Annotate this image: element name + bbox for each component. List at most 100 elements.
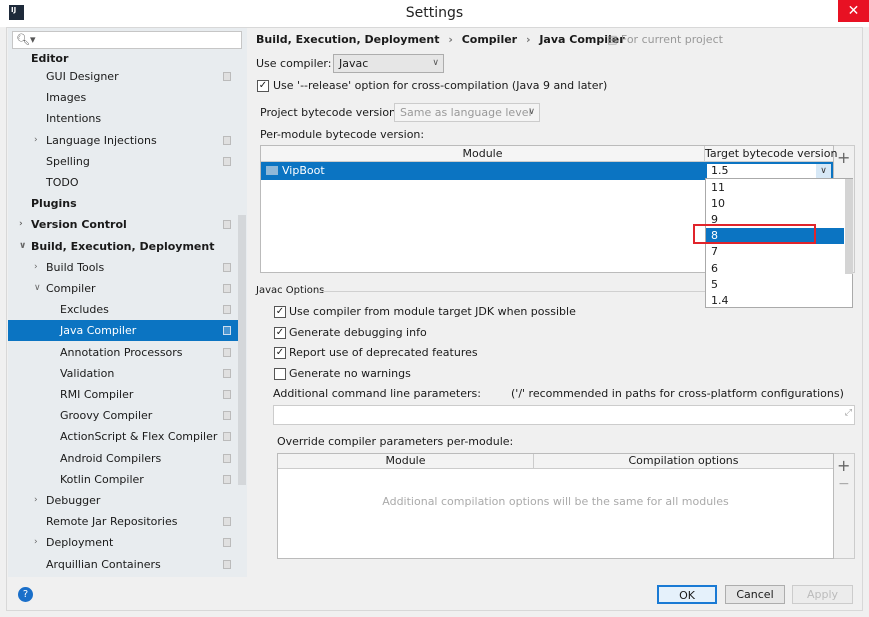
sidebar-item[interactable]: RMI Compiler <box>8 384 238 405</box>
option-checkbox-label: Report use of deprecated features <box>289 346 478 359</box>
compiler-value: Javac <box>339 57 369 70</box>
dropdown-scrollbar[interactable] <box>845 179 853 274</box>
additional-params-input[interactable]: ⤢ <box>273 405 855 425</box>
sidebar-item[interactable]: Java Compiler <box>8 320 238 342</box>
column-header-options[interactable]: Compilation options <box>534 454 833 469</box>
option-checkbox[interactable] <box>274 367 286 380</box>
project-scope-icon <box>223 432 231 442</box>
dropdown-option[interactable]: 1.4 <box>706 293 844 309</box>
sidebar-header-editor[interactable]: Editor <box>31 51 261 67</box>
sidebar-item[interactable]: Remote Jar Repositories <box>8 511 238 532</box>
apply-button[interactable]: Apply <box>792 585 853 604</box>
sidebar-item[interactable]: Images <box>8 87 238 108</box>
chevron-right-icon[interactable]: › <box>34 257 42 278</box>
sidebar-item-label: Annotation Processors <box>60 345 183 359</box>
sidebar-item[interactable]: › Deployment <box>8 532 238 553</box>
sidebar-item-label: Build, Execution, Deployment <box>31 239 215 253</box>
sidebar-item-label: Groovy Compiler <box>60 409 153 423</box>
sidebar-item[interactable]: ∨ Build, Execution, Deployment <box>8 236 238 257</box>
project-bytecode-select[interactable]: Same as language level ∨ <box>394 103 540 122</box>
sidebar-item-label: Kotlin Compiler <box>60 472 144 486</box>
per-module-label: Per-module bytecode version: <box>260 128 425 141</box>
chevron-right-icon[interactable]: › <box>19 214 27 235</box>
project-scope-icon <box>223 305 231 315</box>
chevron-down-icon[interactable]: ∨ <box>816 164 831 178</box>
chevron-right-icon[interactable]: › <box>34 490 42 511</box>
dropdown-option[interactable]: 6 <box>706 261 844 277</box>
release-option-checkbox[interactable]: ✓ <box>257 80 269 92</box>
sidebar-item-label: Android Compilers <box>60 451 162 465</box>
sidebar-item[interactable]: Spelling <box>8 151 238 172</box>
divider <box>322 291 705 292</box>
sidebar-item[interactable]: › Version Control <box>8 214 238 235</box>
sidebar-item[interactable]: Annotation Processors <box>8 342 238 363</box>
expand-icon[interactable]: ⤢ <box>845 408 852 418</box>
javac-options-title: Javac Options <box>256 285 325 296</box>
column-header-module[interactable]: Module <box>261 146 705 162</box>
sidebar-item-label: Spelling <box>46 154 90 168</box>
project-scope-icon <box>223 538 231 548</box>
dropdown-option[interactable]: 10 <box>706 196 844 212</box>
ok-button[interactable]: OK <box>657 585 717 604</box>
sidebar-item-label: ActionScript & Flex Compiler <box>60 430 218 444</box>
sidebar-item[interactable]: Groovy Compiler <box>8 405 238 426</box>
option-checkbox[interactable]: ✓ <box>274 326 286 339</box>
project-scope-icon <box>223 326 231 336</box>
close-button[interactable]: ✕ <box>838 0 869 22</box>
project-scope-icon <box>223 156 231 166</box>
option-checkbox[interactable]: ✓ <box>274 306 286 318</box>
sidebar-item-label: Arquillian Containers <box>46 557 161 571</box>
sidebar-item[interactable]: ∨ Compiler <box>8 278 238 299</box>
add-button[interactable]: + <box>837 148 850 167</box>
sidebar-item[interactable]: Kotlin Compiler <box>8 469 238 490</box>
sidebar-item[interactable]: Arquillian Containers <box>8 554 238 575</box>
sidebar-item[interactable]: › Build Tools <box>8 257 238 278</box>
module-folder-icon <box>266 166 278 175</box>
target-version-combo[interactable]: 1.5 ∨ <box>706 163 832 179</box>
sidebar-item-label: Plugins <box>31 197 77 211</box>
project-scope-icon <box>223 220 231 230</box>
project-scope-icon <box>223 474 231 484</box>
help-button[interactable]: ? <box>18 587 33 602</box>
add-button[interactable]: + <box>837 456 850 475</box>
sidebar-item[interactable]: Android Compilers <box>8 448 238 469</box>
scope-label: For current project <box>620 33 723 46</box>
column-header-target[interactable]: Target bytecode version <box>705 146 837 162</box>
search-input[interactable]: 🔍︎▾ <box>12 31 242 49</box>
chevron-right-icon[interactable]: › <box>34 532 42 553</box>
sidebar-item[interactable]: TODO <box>8 172 238 193</box>
override-table-toolbar: + − <box>834 453 855 559</box>
compiler-select[interactable]: Javac ∨ <box>333 54 444 73</box>
breadcrumb-separator: › <box>525 33 531 46</box>
sidebar-item[interactable]: GUI Designer <box>8 66 238 87</box>
sidebar-item[interactable]: Intentions <box>8 108 238 129</box>
dropdown-option[interactable]: 11 <box>706 180 844 196</box>
column-header-module[interactable]: Module <box>278 454 534 469</box>
chevron-down-icon[interactable]: ∨ <box>34 278 42 299</box>
option-checkbox[interactable]: ✓ <box>274 347 286 359</box>
sidebar-item[interactable]: Excludes <box>8 299 238 320</box>
sidebar-item-label: Build Tools <box>46 260 105 274</box>
sidebar-item[interactable]: ActionScript & Flex Compiler <box>8 426 238 447</box>
sidebar-item-label: RMI Compiler <box>60 388 134 401</box>
sidebar-item[interactable]: › Language Injections <box>8 130 238 151</box>
sidebar-item[interactable]: › Debugger <box>8 490 238 511</box>
chevron-down-icon[interactable]: ∨ <box>19 236 27 257</box>
empty-table-text: Additional compilation options will be t… <box>382 495 729 508</box>
sidebar-scrollbar[interactable] <box>238 215 246 485</box>
project-bytecode-label: Project bytecode version: <box>260 106 400 119</box>
sidebar-item[interactable]: Validation <box>8 363 238 384</box>
cancel-button[interactable]: Cancel <box>725 585 785 604</box>
chevron-right-icon[interactable]: › <box>34 130 42 151</box>
sidebar-item[interactable]: Plugins <box>8 193 238 214</box>
project-scope-icon <box>223 453 231 463</box>
remove-button[interactable]: − <box>838 476 850 492</box>
dropdown-option[interactable]: 7 <box>706 244 844 260</box>
breadcrumb-separator: › <box>448 33 453 46</box>
scope-indicator: ▤ For current project <box>607 33 723 46</box>
override-table: Module Compilation options Additional co… <box>277 453 834 559</box>
dropdown-option[interactable]: 5 <box>706 277 844 293</box>
breadcrumb: Build, Execution, Deployment › Compiler … <box>256 33 625 46</box>
project-scope-icon <box>223 368 231 378</box>
project-scope-icon <box>223 347 231 357</box>
